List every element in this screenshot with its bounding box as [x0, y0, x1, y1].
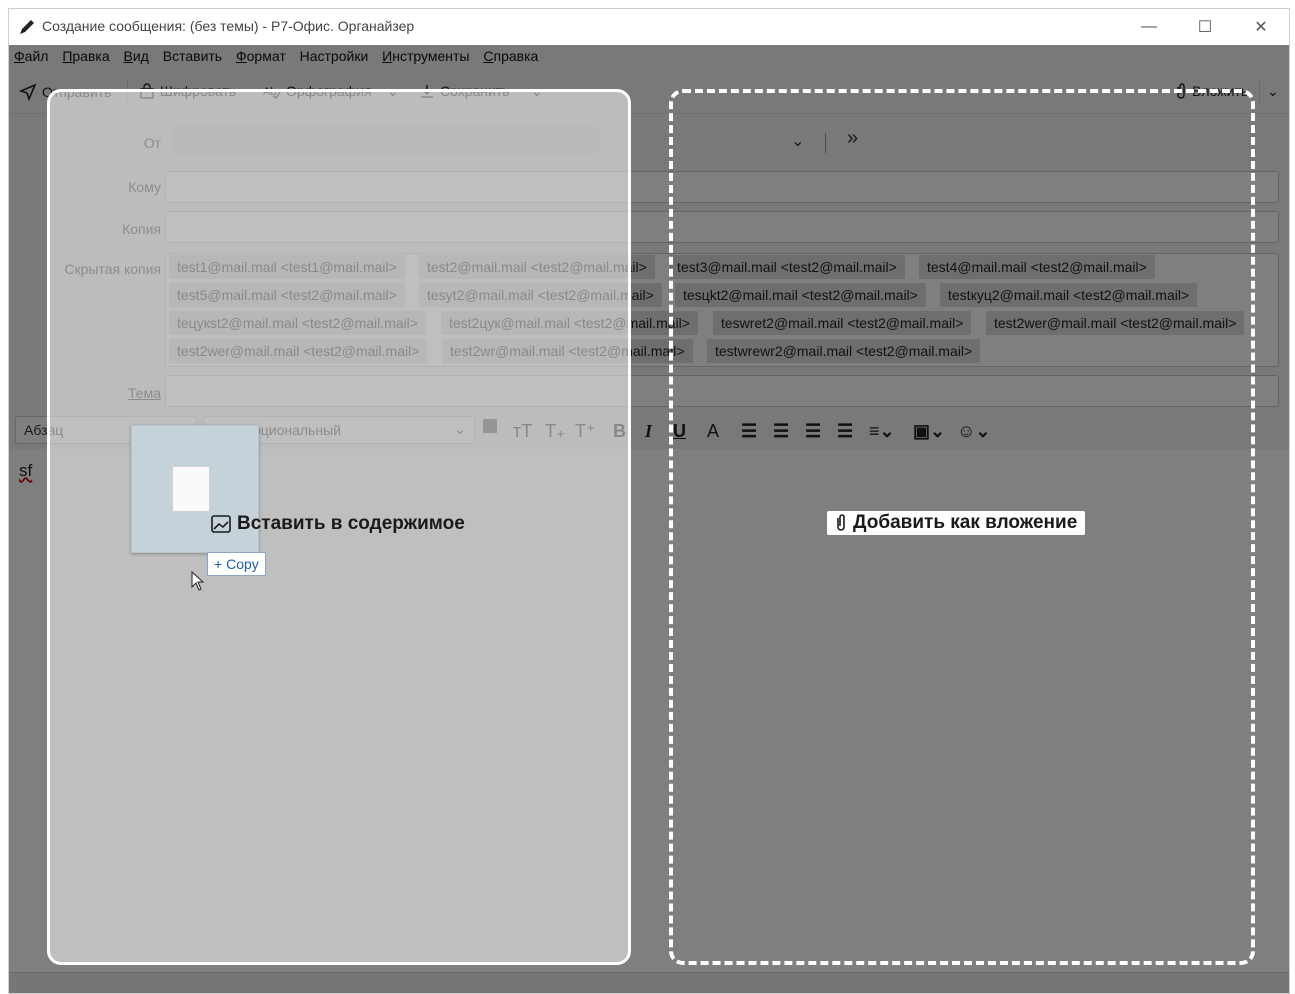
image-icon [211, 515, 231, 533]
maximize-button[interactable]: ☐ [1177, 9, 1233, 45]
close-button[interactable]: ✕ [1233, 9, 1289, 45]
dropzone-attach-label: Добавить как вложение [827, 511, 1086, 535]
dropzone-inline-label: Вставить в содержимое [211, 513, 465, 535]
pencil-icon [20, 20, 34, 34]
cursor-icon [191, 571, 205, 591]
compose-window: Создание сообщения: (без темы) - Р7-Офис… [8, 8, 1290, 994]
copy-tooltip: + Copy [207, 552, 266, 576]
file-icon [172, 466, 210, 512]
minimize-button[interactable]: — [1121, 9, 1177, 45]
title-bar: Создание сообщения: (без темы) - Р7-Офис… [9, 9, 1289, 45]
window-title: Создание сообщения: (без темы) - Р7-Офис… [42, 18, 415, 34]
paperclip-icon [837, 514, 845, 531]
